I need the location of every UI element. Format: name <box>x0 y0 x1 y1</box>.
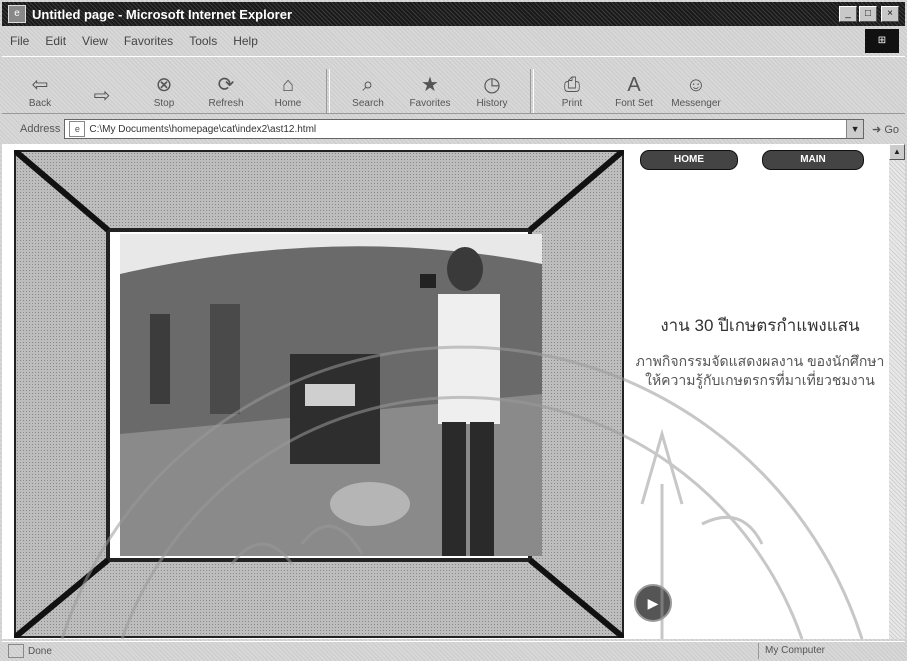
picture-frame <box>14 150 624 638</box>
home-icon: ⌂ <box>281 74 295 96</box>
menu-file[interactable]: File <box>2 34 37 48</box>
messenger-icon: ☺ <box>685 74 707 96</box>
back-arrow-icon: ⇦ <box>31 74 49 96</box>
messenger-button[interactable]: ☺ Messenger <box>671 72 720 113</box>
favorites-button[interactable]: ★ Favorites <box>406 72 454 113</box>
page-icon: e <box>69 121 86 137</box>
font-icon: A <box>627 74 641 96</box>
search-button[interactable]: ⌕ Search <box>344 72 392 113</box>
forward-button[interactable]: ⇨ <box>78 83 126 113</box>
menu-edit[interactable]: Edit <box>37 34 74 48</box>
back-button[interactable]: ⇦ Back <box>16 72 64 113</box>
address-url: C:\My Documents\homepage\cat\index2\ast1… <box>89 123 317 135</box>
minimize-button[interactable]: _ <box>839 6 857 22</box>
vertical-scrollbar[interactable]: ▲ <box>889 144 905 639</box>
go-button[interactable]: ➜ Go <box>872 123 899 136</box>
refresh-icon: ⟳ <box>217 74 235 96</box>
window-title: Untitled page - Microsoft Internet Explo… <box>32 6 293 22</box>
history-button[interactable]: ◷ History <box>468 72 516 113</box>
page-description: ภาพกิจกรรมจัดแสดงผลงาน ของนักศึกษา ให้คว… <box>635 353 885 388</box>
print-icon: ⎙ <box>564 74 580 96</box>
play-icon: ▶ <box>647 594 659 611</box>
stop-button[interactable]: ⊗ Stop <box>140 72 188 113</box>
page-content: HOME MAIN งาน 30 ปีเกษตรกำแพงแสน ภาพกิจก… <box>2 144 889 639</box>
maximize-button[interactable]: □ <box>859 6 877 22</box>
menu-view[interactable]: View <box>74 34 116 48</box>
browser-window: e Untitled page - Microsoft Internet Exp… <box>0 0 907 661</box>
menu-favorites[interactable]: Favorites <box>116 34 181 48</box>
print-button[interactable]: ⎙ Print <box>548 72 596 113</box>
favorites-icon: ★ <box>421 74 439 96</box>
toolbar-separator <box>530 69 534 113</box>
play-next-button[interactable]: ▶ <box>634 584 672 622</box>
refresh-button[interactable]: ⟳ Refresh <box>202 72 250 113</box>
address-dropdown-button[interactable]: ▼ <box>846 120 864 138</box>
toolbar: ⇦ Back ⇨ ⊗ Stop ⟳ Refresh ⌂ Home ⌕ Search ★ Fa… <box>2 56 905 114</box>
stop-icon: ⊗ <box>155 74 173 96</box>
toolbar-separator <box>326 69 330 113</box>
ie-app-icon: e <box>8 5 26 23</box>
title-bar: e Untitled page - Microsoft Internet Exp… <box>2 2 905 26</box>
forward-arrow-icon: ⇨ <box>93 85 111 107</box>
event-photo <box>120 234 542 556</box>
status-text: Done <box>28 645 52 657</box>
address-bar: Address e C:\My Documents\homepage\cat\i… <box>2 117 905 141</box>
search-icon: ⌕ <box>362 74 374 96</box>
windows-logo-icon: ⊞ <box>865 29 899 53</box>
side-panel: HOME MAIN งาน 30 ปีเกษตรกำแพงแสน ภาพกิจก… <box>630 144 889 639</box>
page-heading: งาน 30 ปีเกษตรกำแพงแสน <box>660 316 860 335</box>
address-input[interactable]: e C:\My Documents\homepage\cat\index2\as… <box>64 119 865 139</box>
font-set-button[interactable]: A Font Set <box>610 72 658 113</box>
status-bar: Done My Computer <box>2 641 905 660</box>
menu-bar: File Edit View Favorites Tools Help ⊞ <box>2 29 905 53</box>
home-button[interactable]: ⌂ Home <box>264 72 312 113</box>
address-label: Address <box>20 123 61 135</box>
security-zone: My Computer <box>758 643 905 659</box>
main-nav-button[interactable]: MAIN <box>762 150 864 170</box>
home-nav-button[interactable]: HOME <box>640 150 738 170</box>
scroll-up-arrow[interactable]: ▲ <box>889 144 905 160</box>
page-status-icon <box>8 644 24 658</box>
menu-help[interactable]: Help <box>225 34 266 48</box>
history-icon: ◷ <box>483 74 501 96</box>
close-button[interactable]: × <box>881 6 899 22</box>
menu-tools[interactable]: Tools <box>181 34 225 48</box>
